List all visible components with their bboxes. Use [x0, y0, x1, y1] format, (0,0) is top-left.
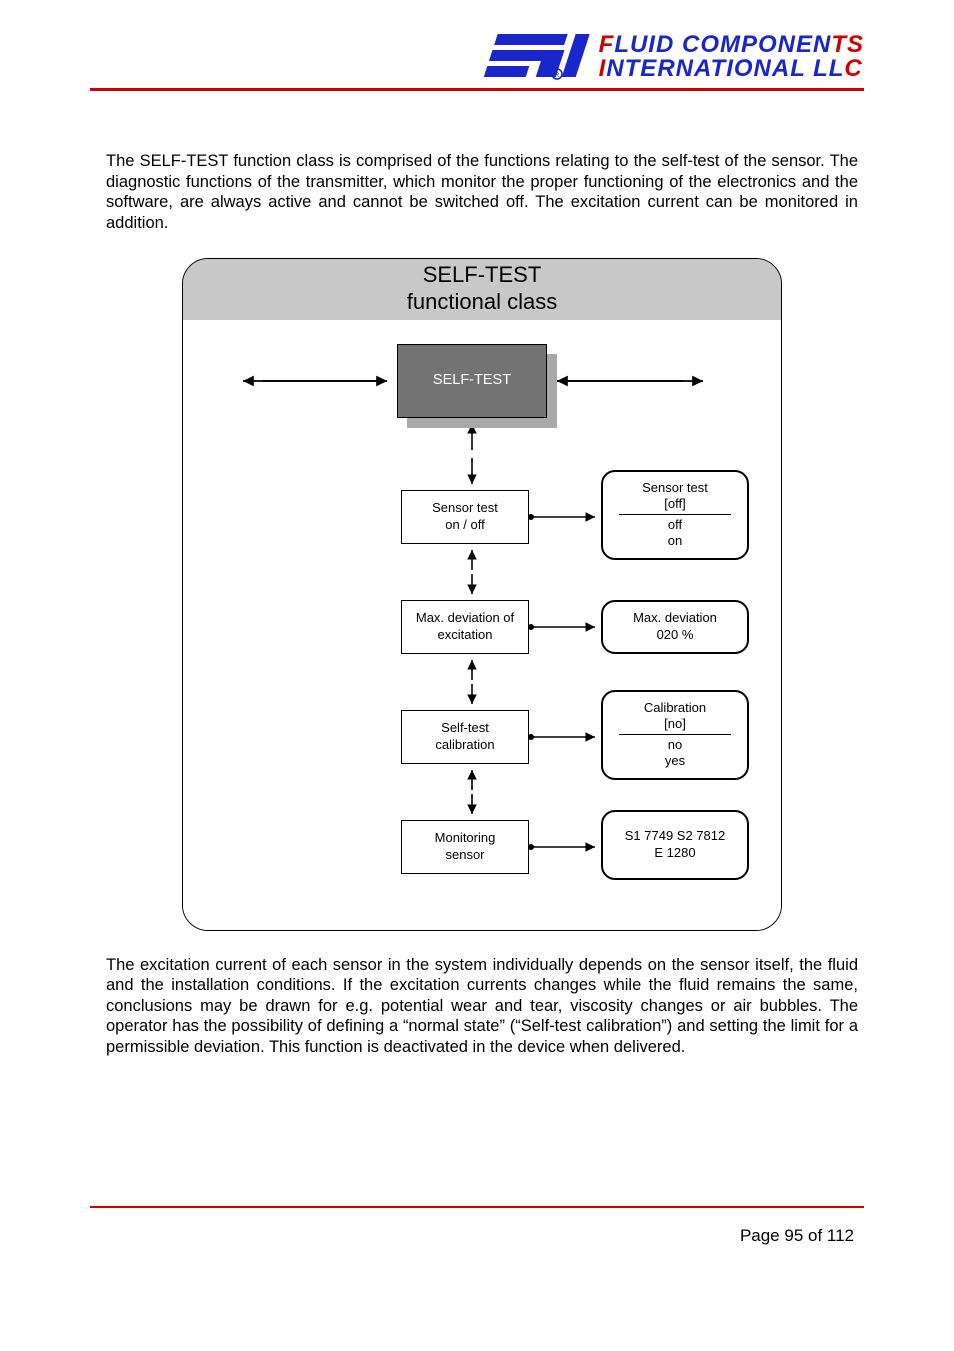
diagram-title-1: SELF-TEST	[183, 259, 781, 289]
fci-icon: R	[475, 30, 595, 84]
l1a: Sensor test	[402, 500, 528, 516]
box-selftest-cal: Self-test calibration	[401, 710, 529, 764]
r3b: [no]	[603, 716, 747, 732]
document-page: R FLUID COMPONENTS INTERNATIONAL LLC The…	[0, 0, 954, 1351]
l4a: Monitoring	[402, 830, 528, 846]
diagram-title-2: functional class	[183, 288, 781, 320]
logo-line1: FLUID COMPONENTS	[599, 33, 864, 57]
r2a: Max. deviation	[603, 610, 747, 626]
l1b: on / off	[402, 517, 528, 533]
page-content: The SELF-TEST function class is comprise…	[0, 91, 954, 1058]
main-block: SELF-TEST	[397, 344, 547, 418]
opt-sensor-test: Sensor test [off] off on	[601, 470, 749, 560]
box-monitoring: Monitoring sensor	[401, 820, 529, 874]
description-paragraph: The excitation current of each sensor in…	[106, 955, 858, 1058]
r3c: no	[603, 737, 747, 753]
r1c: off	[603, 517, 747, 533]
page-number: Page 95 of 112	[90, 1208, 864, 1246]
box-max-deviation: Max. deviation of excitation	[401, 600, 529, 654]
page-header: R FLUID COMPONENTS INTERNATIONAL LLC	[0, 0, 954, 84]
selftest-diagram: SELF-TEST functional class SELF-TEST Sen…	[182, 258, 782, 931]
r3d: yes	[603, 753, 747, 769]
l4b: sensor	[402, 847, 528, 863]
r1a: Sensor test	[603, 480, 747, 496]
opt-max-deviation: Max. deviation 020 %	[601, 600, 749, 654]
r4b: E 1280	[603, 845, 747, 861]
logo-line2: INTERNATIONAL LLC	[599, 57, 864, 81]
l3a: Self-test	[402, 720, 528, 736]
intro-paragraph: The SELF-TEST function class is comprise…	[106, 151, 858, 234]
diagram-title: SELF-TEST functional class	[183, 259, 781, 320]
r1d: on	[603, 533, 747, 549]
l2a: Max. deviation of	[402, 610, 528, 626]
l2b: excitation	[402, 627, 528, 643]
r4a: S1 7749 S2 7812	[603, 828, 747, 844]
r1b: [off]	[603, 496, 747, 512]
r3a: Calibration	[603, 700, 747, 716]
opt-calibration: Calibration [no] no yes	[601, 690, 749, 780]
opt-monitoring: S1 7749 S2 7812 E 1280	[601, 810, 749, 880]
main-block-label: SELF-TEST	[398, 371, 546, 389]
svg-text:R: R	[554, 73, 559, 79]
box-sensor-test: Sensor test on / off	[401, 490, 529, 544]
l3b: calibration	[402, 737, 528, 753]
r2b: 020 %	[603, 627, 747, 643]
page-footer: Page 95 of 112	[90, 1206, 864, 1246]
company-logo: R FLUID COMPONENTS INTERNATIONAL LLC	[475, 30, 864, 84]
